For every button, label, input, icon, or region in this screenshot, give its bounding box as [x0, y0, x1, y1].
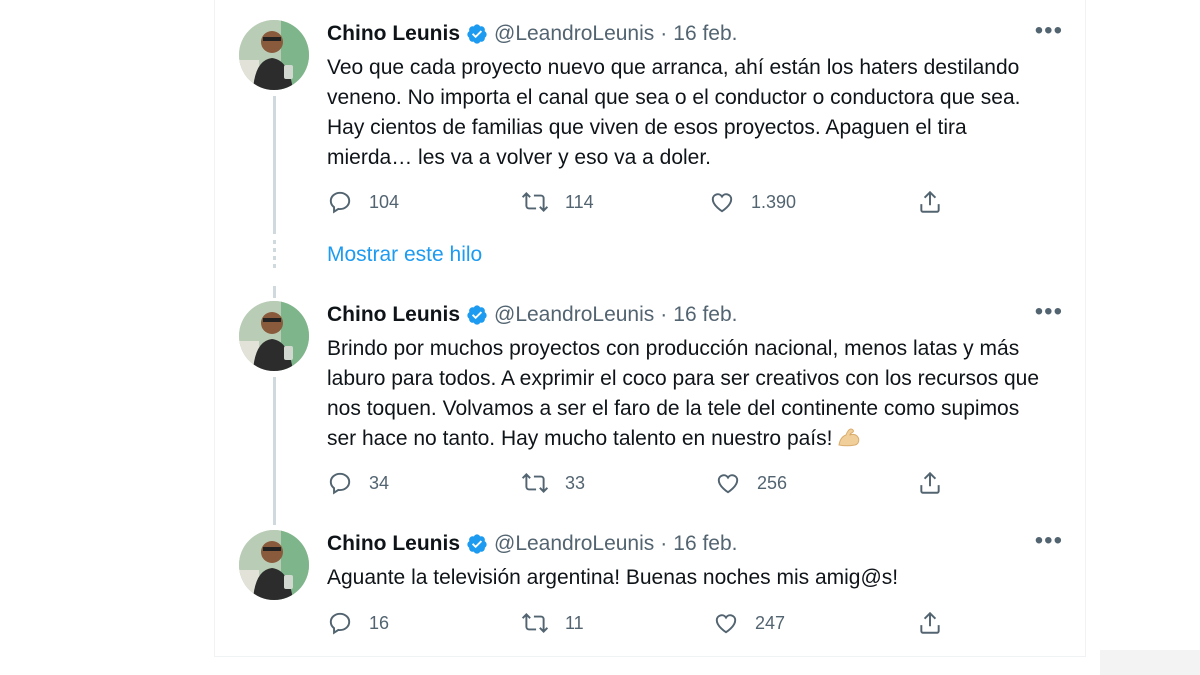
like-count: 256	[757, 472, 788, 493]
tweet-header: Chino Leunis @LeandroLeunis · 16 feb. ••…	[327, 300, 1063, 330]
thread-gap-dots	[273, 240, 276, 270]
like-button[interactable]: 247	[713, 608, 785, 638]
tweet-header: Chino Leunis @LeandroLeunis · 16 feb. ••…	[327, 529, 1063, 559]
tweet-text: Veo que cada proyecto nuevo que arranca,…	[327, 56, 1021, 169]
share-button[interactable]	[917, 608, 959, 638]
like-button[interactable]: 256	[715, 468, 787, 498]
like-icon	[717, 474, 739, 494]
tweet-thread: Chino Leunis @LeandroLeunis · 16 feb. ••…	[214, 0, 1086, 657]
tweet[interactable]: Chino Leunis @LeandroLeunis · 16 feb. ••…	[215, 0, 1085, 235]
like-count: 247	[755, 612, 786, 633]
verified-badge-icon	[466, 23, 488, 45]
author-name[interactable]: Chino Leunis	[327, 532, 460, 556]
retweet-icon	[521, 192, 549, 212]
retweet-count: 114	[565, 191, 594, 212]
verified-badge-icon	[466, 533, 488, 555]
reply-icon	[329, 472, 351, 495]
like-count: 1.390	[751, 191, 797, 212]
reply-button[interactable]: 34	[327, 468, 389, 498]
author-handle[interactable]: @LeandroLeunis	[494, 303, 654, 327]
share-icon	[920, 190, 940, 213]
retweet-button[interactable]: 33	[521, 468, 585, 498]
author-handle[interactable]: @LeandroLeunis	[494, 532, 654, 556]
more-icon[interactable]: •••	[1035, 529, 1063, 553]
tweet-actions: 34 33 256	[327, 468, 967, 498]
reply-button[interactable]: 16	[327, 608, 389, 638]
share-icon	[920, 471, 940, 494]
retweet-button[interactable]: 11	[521, 608, 584, 638]
tweet-text: Brindo por muchos proyectos con producci…	[327, 334, 1047, 458]
background-edge	[1100, 650, 1200, 675]
share-icon	[920, 611, 940, 634]
tweet-date[interactable]: 16 feb.	[673, 303, 737, 327]
retweet-icon	[521, 613, 549, 633]
tweet[interactable]: Chino Leunis @LeandroLeunis · 16 feb. ••…	[215, 281, 1085, 521]
reply-button[interactable]: 104	[327, 187, 399, 217]
avatar[interactable]	[239, 301, 309, 371]
tweet-text-body: Brindo por muchos proyectos con producci…	[327, 337, 1040, 450]
tweet[interactable]: Chino Leunis @LeandroLeunis · 16 feb. ••…	[215, 510, 1085, 657]
retweet-count: 11	[565, 612, 584, 633]
retweet-icon	[521, 473, 549, 493]
author-name[interactable]: Chino Leunis	[327, 303, 460, 327]
share-button[interactable]	[917, 187, 959, 217]
flexed-biceps-icon	[836, 425, 862, 458]
like-button[interactable]: 1.390	[709, 187, 796, 217]
avatar[interactable]	[239, 530, 309, 600]
separator: ·	[660, 303, 668, 326]
tweet-text: Aguante la televisión argentina! Buenas …	[327, 566, 899, 589]
tweet-header: Chino Leunis @LeandroLeunis · 16 feb. ••…	[327, 19, 1063, 49]
tweet-actions: 104 114 1.390	[327, 187, 967, 217]
reply-count: 104	[369, 191, 400, 212]
author-name[interactable]: Chino Leunis	[327, 22, 460, 46]
separator: ·	[660, 22, 668, 45]
reply-icon	[329, 612, 351, 635]
separator: ·	[660, 532, 668, 555]
tweet-date[interactable]: 16 feb.	[673, 532, 737, 556]
more-icon[interactable]: •••	[1035, 300, 1063, 324]
reply-count: 34	[369, 472, 390, 493]
reply-icon	[329, 191, 351, 214]
avatar[interactable]	[239, 20, 309, 90]
retweet-count: 33	[565, 472, 586, 493]
author-handle[interactable]: @LeandroLeunis	[494, 22, 654, 46]
reply-count: 16	[369, 612, 390, 633]
like-icon	[715, 614, 737, 634]
like-icon	[711, 193, 733, 213]
retweet-button[interactable]: 114	[521, 187, 594, 217]
share-button[interactable]	[917, 468, 959, 498]
verified-badge-icon	[466, 304, 488, 326]
show-thread-link[interactable]: Mostrar este hilo	[327, 243, 482, 267]
more-icon[interactable]: •••	[1035, 19, 1063, 43]
tweet-actions: 16 11 247	[327, 608, 967, 638]
tweet-date[interactable]: 16 feb.	[673, 22, 737, 46]
